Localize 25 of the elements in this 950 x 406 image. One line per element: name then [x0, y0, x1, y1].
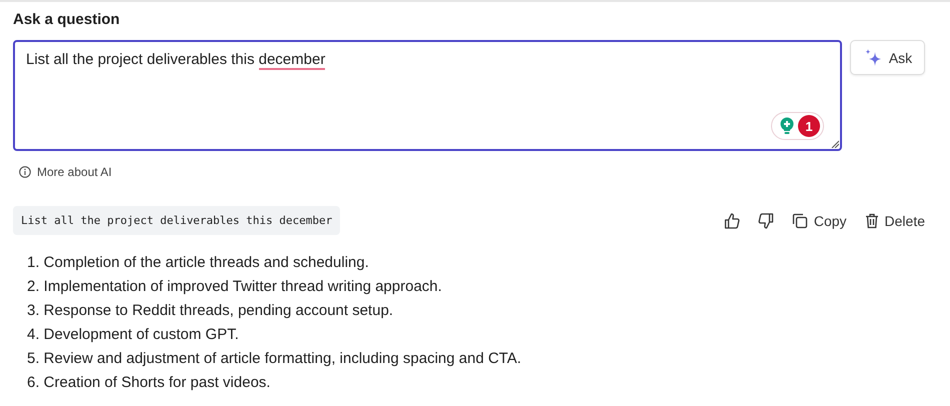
more-about-ai-link[interactable]: More about AI	[19, 165, 112, 179]
asked-query: List all the project deliverables this december	[13, 206, 340, 235]
resize-handle-icon[interactable]	[831, 140, 839, 148]
copy-button[interactable]: Copy	[792, 212, 847, 228]
thumbs-down-icon	[758, 212, 774, 228]
sparkle-icon	[862, 48, 883, 68]
dislike-button[interactable]	[758, 212, 774, 228]
answer-item: 6. Creation of Shorts for past videos.	[27, 373, 272, 393]
ask-button[interactable]: Ask	[850, 40, 925, 75]
trash-icon	[864, 212, 879, 228]
answer-item: 2. Implementation of improved Twitter thread writing approach.	[27, 277, 443, 297]
thumbs-up-icon	[724, 212, 740, 228]
answer-item: 4. Development of custom GPT.	[27, 325, 240, 345]
answer-item: 5. Review and adjustment of article formatting, including spacing and CTA.	[27, 349, 522, 369]
section-heading: Ask a question	[13, 11, 121, 30]
question-field[interactable]: List all the project deliverables this december 1	[13, 40, 842, 151]
delete-button[interactable]: Delete	[864, 212, 925, 228]
like-button[interactable]	[724, 212, 740, 228]
info-icon	[19, 166, 31, 178]
grammar-checker-badge[interactable]: 1	[771, 112, 824, 140]
issue-count: 1	[798, 115, 820, 137]
answer-item: 3. Response to Reddit threads, pending account setup.	[27, 301, 394, 321]
copy-icon	[792, 212, 808, 228]
answer-item: 1. Completion of the article threads and scheduling.	[27, 253, 370, 273]
lightbulb-icon	[780, 117, 794, 135]
